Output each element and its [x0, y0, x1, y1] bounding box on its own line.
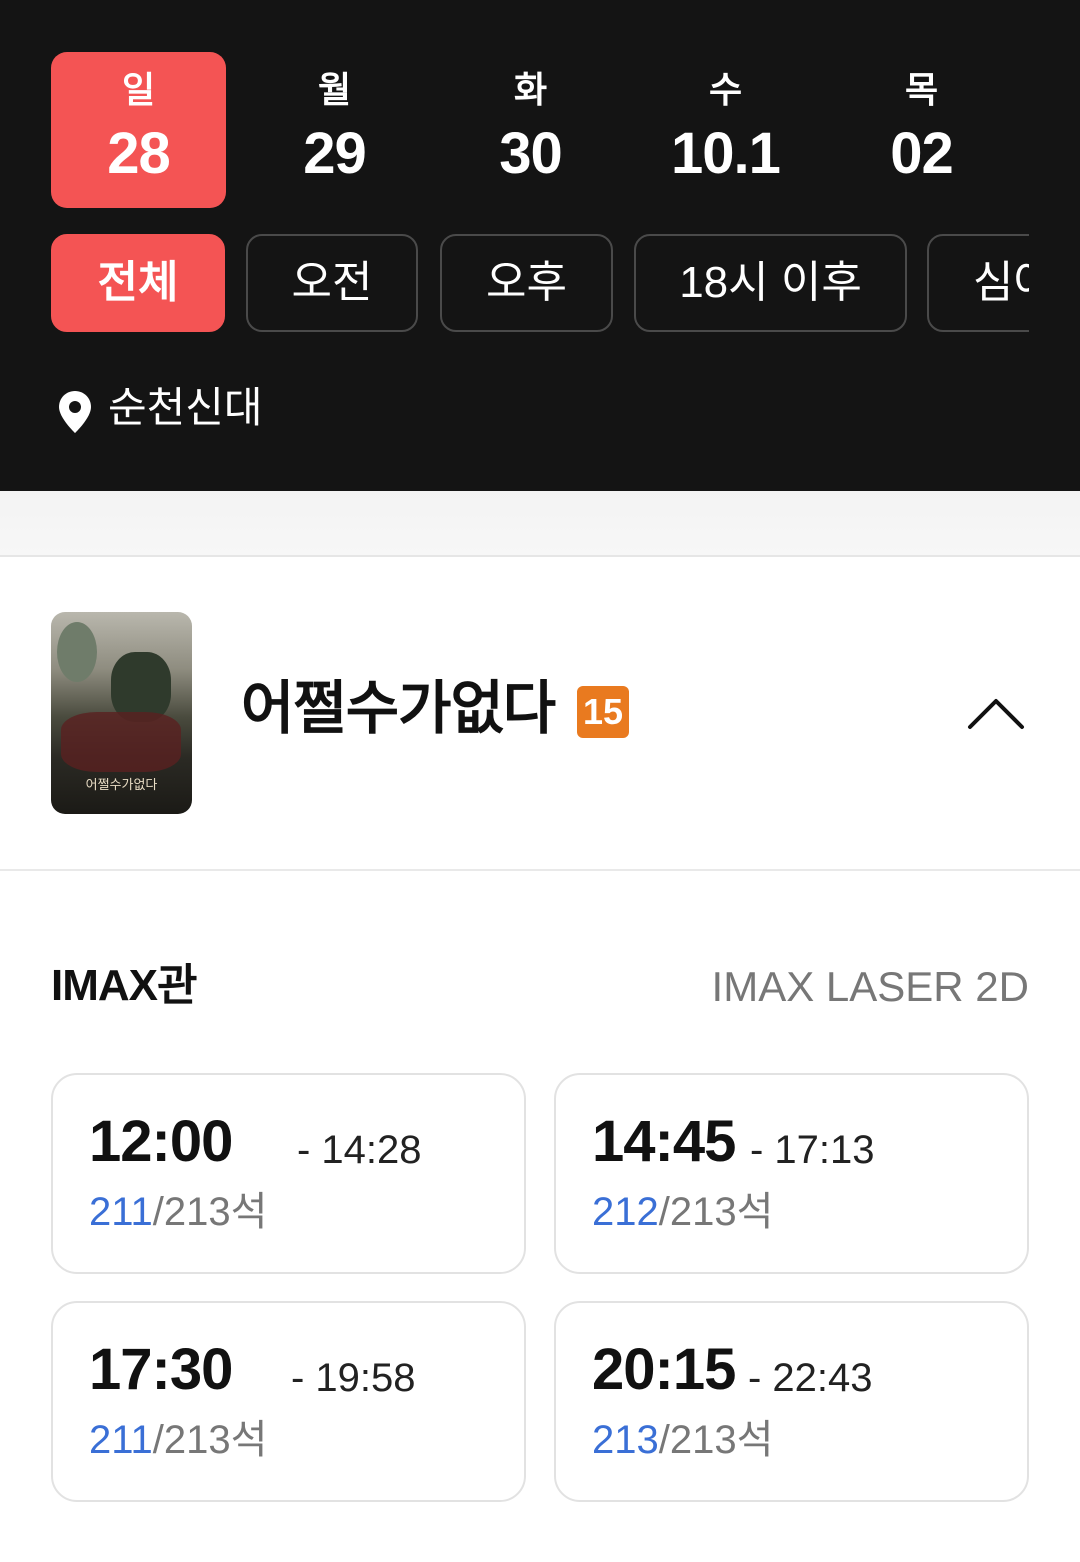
filter-all-button[interactable]: 전체 — [51, 234, 225, 332]
seats-available: 213 — [592, 1418, 659, 1462]
showtime-end: - 17:13 — [750, 1128, 875, 1172]
showtime-card[interactable]: 20:15 - 22:43 213/213석 — [554, 1301, 1029, 1502]
date-day: 28 — [107, 121, 171, 186]
date-tab-02[interactable]: 목 02 — [834, 52, 1009, 208]
date-dow: 화 — [513, 69, 548, 110]
date-day: 30 — [499, 121, 563, 186]
movie-poster: 어쩔수가없다 — [51, 612, 192, 814]
filter-afternoon-button[interactable]: 오후 — [440, 234, 613, 332]
showtime-card[interactable]: 14:45 - 17:13 212/213석 — [554, 1073, 1029, 1274]
seat-count: 211/213석 — [89, 1187, 267, 1237]
time-filter-strip[interactable]: 전체 오전 오후 18시 이후 심야 — [51, 234, 1029, 338]
seat-count: 212/213석 — [592, 1187, 773, 1237]
filter-late-night-button[interactable]: 심야 — [927, 234, 1029, 332]
showtime-start: 14:45 — [592, 1109, 736, 1174]
seats-available: 211 — [89, 1418, 153, 1462]
date-selector: 일 28 월 29 화 30 수 10.1 목 02 — [0, 52, 1080, 208]
showtime-start: 12:00 — [89, 1109, 233, 1174]
schedule-header: 일 28 월 29 화 30 수 10.1 목 02 전체 오전 오후 18시 … — [0, 0, 1080, 491]
date-day: 02 — [890, 121, 954, 186]
date-dow: 수 — [708, 69, 743, 110]
location-pin-icon — [59, 391, 91, 433]
seat-count: 213/213석 — [592, 1415, 773, 1465]
date-tab-30[interactable]: 화 30 — [443, 52, 618, 208]
poster-title: 어쩔수가없다 — [85, 778, 158, 793]
screen-name: IMAX관 — [51, 961, 197, 1010]
section-divider — [0, 491, 1080, 557]
date-tab-10-1[interactable]: 수 10.1 — [638, 52, 813, 208]
screen-format: IMAX LASER 2D — [711, 963, 1029, 1010]
seats-total: /213석 — [152, 1418, 268, 1462]
date-tab-29[interactable]: 월 29 — [247, 52, 422, 208]
age-rating-badge: 15 — [577, 686, 629, 738]
seats-total: /213석 — [152, 1190, 268, 1234]
filter-morning-button[interactable]: 오전 — [246, 234, 418, 332]
seats-total: /213석 — [658, 1190, 774, 1234]
showtime-start: 17:30 — [89, 1337, 233, 1402]
date-dow: 월 — [317, 69, 352, 110]
theater-name: 순천신대 — [108, 384, 263, 431]
date-tab-28[interactable]: 일 28 — [51, 52, 226, 208]
filter-after-18-button[interactable]: 18시 이후 — [634, 234, 907, 332]
showtime-end: - 22:43 — [748, 1356, 873, 1400]
date-day: 10.1 — [671, 121, 781, 186]
seats-total: /213석 — [658, 1418, 774, 1462]
showtime-card[interactable]: 17:30 - 19:58 211/213석 — [51, 1301, 526, 1502]
date-day: 29 — [303, 121, 367, 186]
movie-header[interactable]: 어쩔수가없다 어쩔수가없다 15 — [0, 557, 1080, 871]
seats-available: 212 — [592, 1190, 659, 1234]
chevron-up-icon[interactable] — [966, 693, 1026, 733]
showtime-end: - 19:58 — [291, 1356, 416, 1400]
movie-title: 어쩔수가없다 — [241, 676, 556, 741]
seat-count: 211/213석 — [89, 1415, 267, 1465]
showtime-card[interactable]: 12:00 - 14:28 211/213석 — [51, 1073, 526, 1274]
date-dow: 목 — [904, 69, 939, 110]
showtime-end: - 14:28 — [297, 1128, 422, 1172]
date-dow: 일 — [121, 69, 156, 110]
showtime-start: 20:15 — [592, 1337, 736, 1402]
seats-available: 211 — [89, 1190, 153, 1234]
